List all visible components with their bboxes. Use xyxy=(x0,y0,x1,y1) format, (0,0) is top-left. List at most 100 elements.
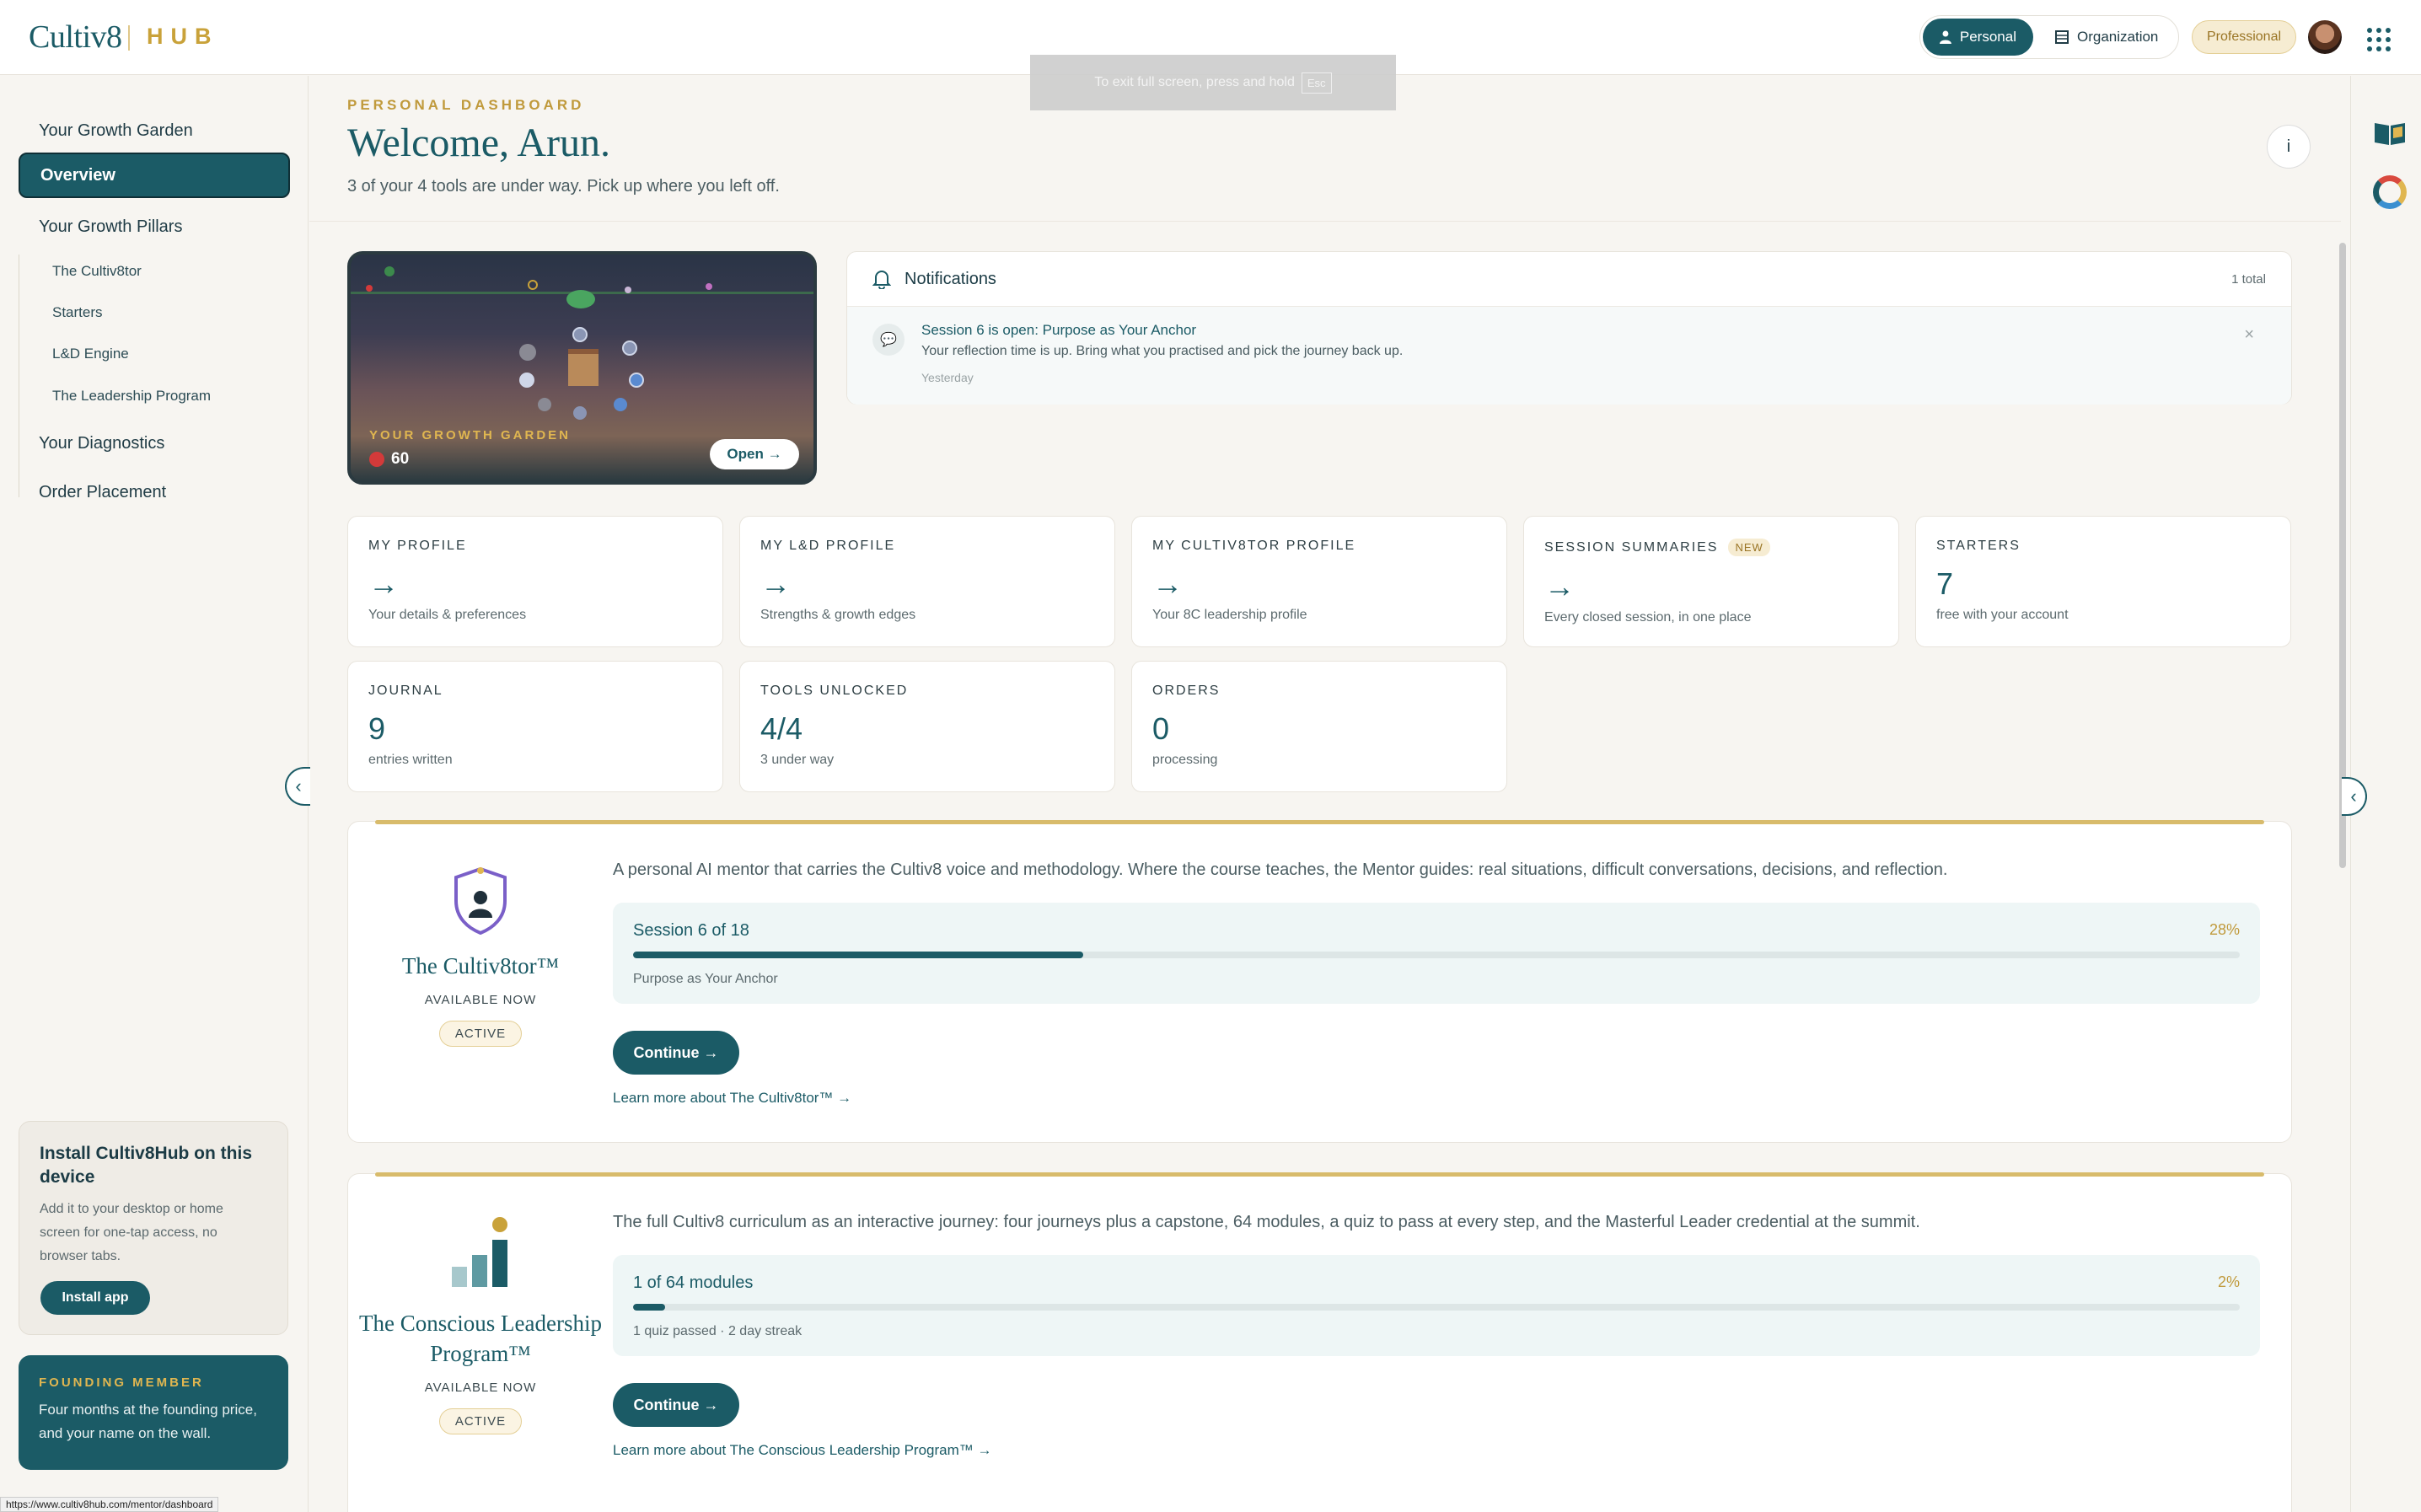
learn-more-link[interactable]: Learn more about The Conscious Leadershi… xyxy=(613,1442,991,1459)
install-app-button[interactable]: Install app xyxy=(40,1281,150,1315)
garden-node-icon xyxy=(572,327,588,342)
tool-availability: AVAILABLE NOW xyxy=(424,993,537,1007)
tool-card-leadership-program: The Conscious Leadership Program™ AVAILA… xyxy=(347,1172,2292,1512)
tool-card-cultiv8tor: The Cultiv8tor™ AVAILABLE NOW ACTIVE A p… xyxy=(347,820,2292,1143)
garden-node-icon xyxy=(629,373,644,388)
tool-progress-panel: Session 6 of 18 28% Purpose as Your Anch… xyxy=(613,903,2260,1004)
tool-card-accent-line xyxy=(375,820,2264,824)
progress-bar-fill xyxy=(633,1304,666,1311)
garden-node-icon xyxy=(519,373,534,388)
tile-subtext: processing xyxy=(1152,753,1218,767)
tile-subtext: free with your account xyxy=(1936,608,2069,622)
growth-garden-card[interactable]: YOUR GROWTH GARDEN 60 Open → xyxy=(347,251,817,485)
shield-person-icon xyxy=(454,866,507,936)
garden-sun-icon xyxy=(528,280,538,290)
mode-personal-button[interactable]: Personal xyxy=(1923,19,2033,56)
garden-fruit-icon xyxy=(366,285,373,292)
tile-subtext: Your 8C leadership profile xyxy=(1152,608,1307,622)
tile-subtext: 3 under way xyxy=(760,753,835,767)
tile-label: MY PROFILE xyxy=(368,539,467,553)
tool-name: The Cultiv8tor™ xyxy=(401,953,560,979)
sidebar-item-diagnostics[interactable]: Your Diagnostics xyxy=(19,421,290,466)
notifications-panel: Notifications 1 total 💬 Session 6 is ope… xyxy=(846,251,2292,405)
tile-subtext: Strengths & growth edges xyxy=(760,608,916,622)
continue-button[interactable]: Continue → xyxy=(613,1383,739,1427)
brand-logo[interactable]: Cultiv8 xyxy=(29,19,122,56)
install-app-card: Install Cultiv8Hub on this device Add it… xyxy=(19,1121,288,1335)
notifications-header: Notifications xyxy=(872,269,996,289)
tile-session-summaries[interactable]: SESSION SUMMARIES NEW → Every closed ses… xyxy=(1523,516,1899,647)
progress-note: 1 quiz passed · 2 day streak xyxy=(633,1324,803,1338)
garden-house-icon xyxy=(568,349,599,386)
continue-button[interactable]: Continue → xyxy=(613,1031,739,1075)
sidebar-item-growth-garden[interactable]: Your Growth Garden xyxy=(19,108,290,153)
tile-label-text: SESSION SUMMARIES xyxy=(1544,539,1719,555)
tile-starters[interactable]: STARTERS 7 free with your account xyxy=(1915,516,2291,647)
tile-my-profile[interactable]: MY PROFILE → Your details & preferences xyxy=(347,516,723,647)
tool-summary: The Cultiv8tor™ AVAILABLE NOW ACTIVE xyxy=(348,866,613,1047)
sidebar-subitem-leadership-program[interactable]: The Leadership Program xyxy=(52,388,211,405)
progress-title: Session 6 of 18 xyxy=(633,921,749,940)
sidebar-subitem-ld-engine[interactable]: L&D Engine xyxy=(52,346,129,362)
bar-chart-icon xyxy=(452,1217,507,1287)
sidebar-item-overview[interactable]: Overview xyxy=(19,153,290,198)
tile-journal[interactable]: JOURNAL 9 entries written xyxy=(347,661,723,792)
tile-subtext: entries written xyxy=(368,753,453,767)
page-kicker: PERSONAL DASHBOARD xyxy=(347,97,585,113)
tile-ld-profile[interactable]: MY L&D PROFILE → Strengths & growth edge… xyxy=(739,516,1115,647)
info-button[interactable]: i xyxy=(2267,125,2311,169)
chat-bubble-icon: 💬 xyxy=(872,324,905,356)
tile-value: → xyxy=(1544,569,1575,603)
brand-divider xyxy=(128,25,130,51)
garden-node-icon xyxy=(573,406,587,420)
tile-value: → xyxy=(760,566,791,601)
mode-personal-label: Personal xyxy=(1959,29,2016,45)
tile-orders[interactable]: ORDERS 0 processing xyxy=(1131,661,1507,792)
plan-badge[interactable]: Professional xyxy=(2192,20,2296,54)
tile-value: → xyxy=(1152,566,1183,601)
notifications-total: 1 total xyxy=(2231,272,2266,287)
notification-time: Yesterday xyxy=(921,371,974,384)
progress-note: Purpose as Your Anchor xyxy=(633,972,778,986)
sidebar-subitem-cultiv8tor[interactable]: The Cultiv8tor xyxy=(52,263,142,280)
sidebar-item-growth-pillars[interactable]: Your Growth Pillars xyxy=(19,204,290,249)
tool-summary: The Conscious Leadership Program™ AVAILA… xyxy=(348,1216,613,1434)
notification-title[interactable]: Session 6 is open: Purpose as Your Ancho… xyxy=(921,322,1196,339)
garden-fruit-count: 60 xyxy=(369,450,409,469)
apps-grid-icon[interactable] xyxy=(2360,20,2394,54)
new-badge: NEW xyxy=(1728,539,1770,556)
tool-status-badge: ACTIVE xyxy=(438,1021,523,1047)
fullscreen-toast-text: To exit full screen, press and hold xyxy=(1094,75,1295,89)
garden-count-value: 60 xyxy=(391,450,410,468)
brand-hub-label: HUB xyxy=(147,24,219,49)
tool-description: The full Cultiv8 curriculum as an intera… xyxy=(613,1213,1920,1231)
progress-ring-icon[interactable] xyxy=(2373,175,2407,209)
fullscreen-toast-key: Esc xyxy=(1301,72,1332,94)
main-scrollbar[interactable] xyxy=(2337,226,2349,1512)
sidebar-subitem-starters[interactable]: Starters xyxy=(52,304,103,321)
user-avatar[interactable] xyxy=(2308,20,2342,54)
tool-description: A personal AI mentor that carries the Cu… xyxy=(613,861,1948,879)
mode-toggle: Personal Organization xyxy=(1919,15,2179,59)
learn-more-link[interactable]: Learn more about The Cultiv8tor™ → xyxy=(613,1090,851,1107)
tile-label: TOOLS UNLOCKED xyxy=(760,684,909,698)
founding-card-description: Four months at the founding price, and y… xyxy=(39,1402,257,1441)
sidebar-item-order-placement[interactable]: Order Placement xyxy=(19,469,290,515)
progress-title: 1 of 64 modules xyxy=(633,1273,754,1292)
book-icon[interactable] xyxy=(2373,120,2407,147)
person-icon xyxy=(1940,30,1951,44)
scrollbar-thumb[interactable] xyxy=(2339,243,2346,868)
founding-member-card[interactable]: FOUNDING MEMBER Four months at the found… xyxy=(19,1355,288,1470)
notification-close-icon[interactable]: × xyxy=(2244,325,2254,345)
mode-organization-button[interactable]: Organization xyxy=(2038,19,2177,56)
tool-progress-panel: 1 of 64 modules 2% 1 quiz passed · 2 day… xyxy=(613,1255,2260,1356)
tile-subtext: Every closed session, in one place xyxy=(1544,610,1752,625)
garden-open-button[interactable]: Open → xyxy=(710,439,799,469)
tile-cultiv8tor-profile[interactable]: MY CULTIV8TOR PROFILE → Your 8C leadersh… xyxy=(1131,516,1507,647)
install-card-title: Install Cultiv8Hub on this device xyxy=(40,1144,253,1187)
status-bar-url: https://www.cultiv8hub.com/mentor/dashbo… xyxy=(0,1497,219,1512)
tool-name: The Conscious Leadership Program™ xyxy=(359,1311,602,1366)
notification-item[interactable]: 💬 Session 6 is open: Purpose as Your Anc… xyxy=(847,306,2291,405)
garden-flower-icon xyxy=(706,283,712,290)
tile-tools-unlocked[interactable]: TOOLS UNLOCKED 4/4 3 under way xyxy=(739,661,1115,792)
